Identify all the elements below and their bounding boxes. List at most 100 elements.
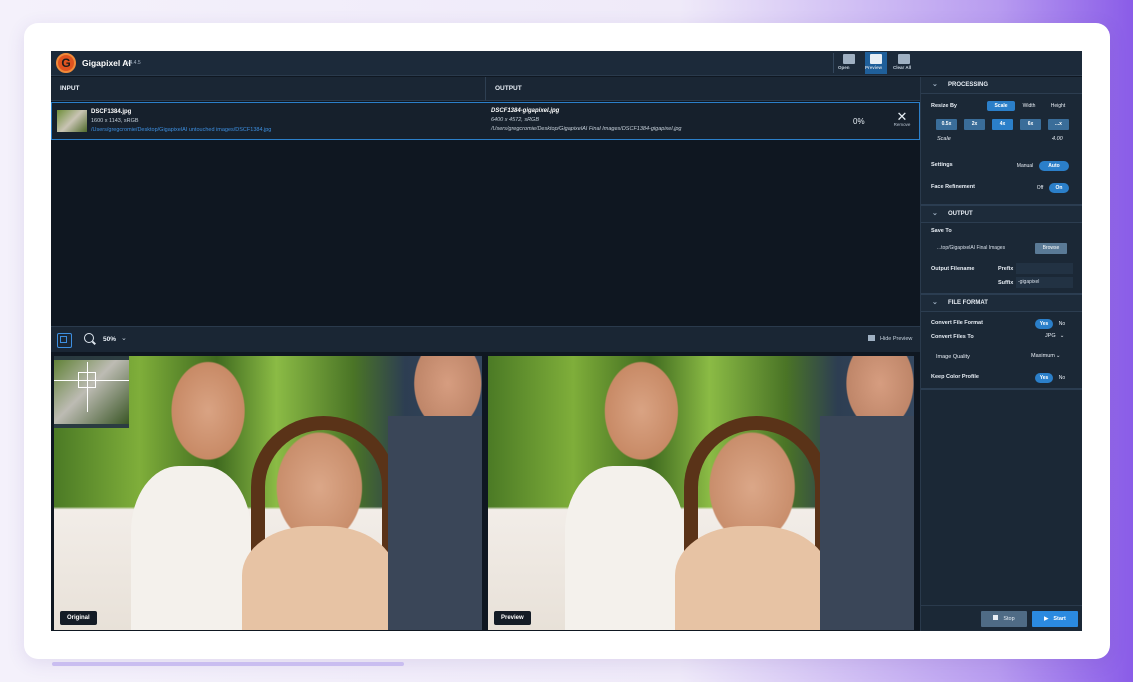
output-dimensions: 6400 x 4572, sRGB bbox=[491, 117, 540, 123]
file-table-header: INPUT OUTPUT bbox=[51, 77, 920, 101]
convert-to-select[interactable]: JPG ⌄ bbox=[1045, 331, 1064, 342]
scale-label: Scale bbox=[937, 136, 951, 142]
zoom-level-select[interactable]: 50% bbox=[103, 336, 116, 343]
chevron-down-icon: ⌄ bbox=[1055, 353, 1061, 359]
clear-all-button[interactable]: Clear All bbox=[893, 52, 915, 74]
split-view-icon[interactable] bbox=[57, 333, 72, 348]
save-to-label: Save To bbox=[931, 228, 952, 234]
output-section-header[interactable]: ⌄ OUTPUT bbox=[921, 206, 1082, 223]
resize-by-label: Resize By bbox=[931, 103, 957, 109]
output-column-header: OUTPUT bbox=[495, 85, 522, 92]
output-filename-label: Output Filename bbox=[931, 266, 975, 272]
app-title: Gigapixel AI bbox=[82, 58, 131, 68]
settings-sidebar: ⌄ PROCESSING Resize By Scale Width Heigh… bbox=[920, 77, 1082, 631]
convert-no-option[interactable]: No bbox=[1055, 319, 1069, 329]
gigapixel-app-window: G Gigapixel AI v4.4.5 Open Preview Clear… bbox=[51, 51, 1082, 631]
section-divider bbox=[921, 388, 1082, 390]
scale-6x-button[interactable]: 6x bbox=[1020, 119, 1041, 130]
settings-auto-option[interactable]: Auto bbox=[1039, 161, 1069, 171]
scale-2x-button[interactable]: 2x bbox=[964, 119, 985, 130]
column-divider bbox=[485, 77, 486, 101]
photo-detail bbox=[242, 525, 397, 630]
face-off-option[interactable]: Off bbox=[1032, 183, 1048, 193]
preview-icon bbox=[870, 54, 882, 64]
keep-color-profile-label: Keep Color Profile bbox=[931, 374, 979, 380]
preview-photo bbox=[488, 356, 914, 630]
folder-icon bbox=[843, 54, 855, 64]
logo-icon: G bbox=[56, 53, 76, 73]
save-to-path: ...top/GigapixelAI Final Images bbox=[937, 245, 1006, 251]
scale-custom-button[interactable]: ...x bbox=[1048, 119, 1069, 130]
preview-toggle-button[interactable]: Preview bbox=[865, 52, 887, 74]
resize-width-option[interactable]: Width bbox=[1017, 101, 1041, 111]
settings-manual-option[interactable]: Manual bbox=[1012, 161, 1038, 171]
suffix-input[interactable]: -gigapixel bbox=[1016, 277, 1073, 288]
photo-detail bbox=[820, 416, 914, 630]
scale-0-5x-button[interactable]: 0.5x bbox=[936, 119, 957, 130]
keep-profile-no-option[interactable]: No bbox=[1055, 373, 1069, 383]
resize-scale-option[interactable]: Scale bbox=[987, 101, 1015, 111]
original-preview-pane[interactable]: Original bbox=[54, 356, 482, 630]
play-icon: ▶ bbox=[1044, 616, 1049, 622]
input-path-link[interactable]: /Users/gregcromie/Desktop/GigapixelAI un… bbox=[91, 127, 271, 133]
toolbar-divider bbox=[833, 53, 834, 73]
progress-percent: 0% bbox=[853, 117, 865, 126]
convert-format-label: Convert File Format bbox=[931, 320, 983, 326]
face-on-option[interactable]: On bbox=[1049, 183, 1069, 193]
input-filename: DSCF1384.jpg bbox=[91, 109, 132, 115]
prefix-label: Prefix bbox=[998, 266, 1014, 272]
browse-button[interactable]: Browse bbox=[1035, 243, 1067, 254]
title-bar: G Gigapixel AI v4.4.5 Open Preview Clear… bbox=[51, 51, 1082, 76]
chevron-down-icon: ⌄ bbox=[932, 210, 938, 217]
image-thumbnail bbox=[57, 110, 87, 132]
chevron-down-icon[interactable]: ⌄ bbox=[121, 334, 127, 342]
action-bar: Stop ▶ Start bbox=[921, 605, 1082, 631]
photo-detail bbox=[131, 465, 251, 630]
chevron-down-icon: ⌄ bbox=[932, 299, 938, 306]
image-quality-select[interactable]: Maximum⌄ bbox=[1031, 351, 1060, 362]
remove-button[interactable]: ✕ Remove bbox=[890, 109, 914, 133]
photo-detail bbox=[675, 525, 829, 630]
open-button[interactable]: Open bbox=[838, 52, 860, 74]
page-scrollbar[interactable] bbox=[52, 662, 404, 666]
resize-height-option[interactable]: Height bbox=[1044, 101, 1072, 111]
file-list-empty-area bbox=[51, 141, 920, 325]
preview-label: Preview bbox=[494, 611, 531, 625]
hide-preview-icon bbox=[868, 335, 875, 341]
input-dimensions: 1600 x 1143, sRGB bbox=[91, 118, 139, 124]
original-label: Original bbox=[60, 611, 97, 625]
photo-detail bbox=[387, 416, 482, 630]
chevron-down-icon: ⌄ bbox=[932, 81, 938, 88]
convert-yes-option[interactable]: Yes bbox=[1035, 319, 1053, 329]
scale-value[interactable]: 4.00 bbox=[1052, 136, 1063, 142]
navigator-minimap[interactable] bbox=[54, 356, 129, 428]
prefix-input[interactable] bbox=[1016, 263, 1073, 274]
settings-label: Settings bbox=[931, 162, 953, 168]
stop-button[interactable]: Stop bbox=[981, 611, 1027, 627]
clear-all-icon bbox=[898, 54, 910, 64]
navigator-thumbnail bbox=[54, 360, 129, 424]
navigator-viewport[interactable] bbox=[78, 372, 96, 388]
input-column-header: INPUT bbox=[60, 85, 80, 92]
scale-buttons: 0.5x 2x 4x 6x ...x bbox=[936, 119, 1076, 130]
app-version: v4.4.5 bbox=[127, 60, 141, 66]
photo-detail bbox=[564, 465, 684, 630]
start-button[interactable]: ▶ Start bbox=[1032, 611, 1078, 627]
scale-4x-button[interactable]: 4x bbox=[992, 119, 1013, 130]
convert-files-to-label: Convert Files To bbox=[931, 334, 974, 340]
output-path: /Users/gregcromie/Desktop/GigapixelAI Fi… bbox=[491, 126, 682, 132]
output-filename: DSCF1384-gigapixel.jpg bbox=[491, 108, 560, 114]
face-refinement-label: Face Refinement bbox=[931, 184, 976, 190]
suffix-label: Suffix bbox=[998, 280, 1014, 286]
processing-section-header[interactable]: ⌄ PROCESSING bbox=[921, 77, 1082, 94]
table-row[interactable]: DSCF1384.jpg 1600 x 1143, sRGB /Users/gr… bbox=[51, 102, 920, 140]
keep-profile-yes-option[interactable]: Yes bbox=[1035, 373, 1053, 383]
chevron-down-icon: ⌄ bbox=[1059, 333, 1065, 339]
upscaled-preview-pane[interactable]: Preview bbox=[488, 356, 914, 630]
close-icon: ✕ bbox=[896, 109, 908, 124]
file-format-section-header[interactable]: ⌄ FILE FORMAT bbox=[921, 295, 1082, 312]
zoom-icon bbox=[84, 333, 94, 343]
image-quality-label: Image Quality bbox=[936, 354, 970, 360]
preview-toolbar: 50% ⌄ Hide Preview bbox=[51, 326, 920, 352]
hide-preview-button[interactable]: Hide Preview bbox=[868, 335, 912, 342]
